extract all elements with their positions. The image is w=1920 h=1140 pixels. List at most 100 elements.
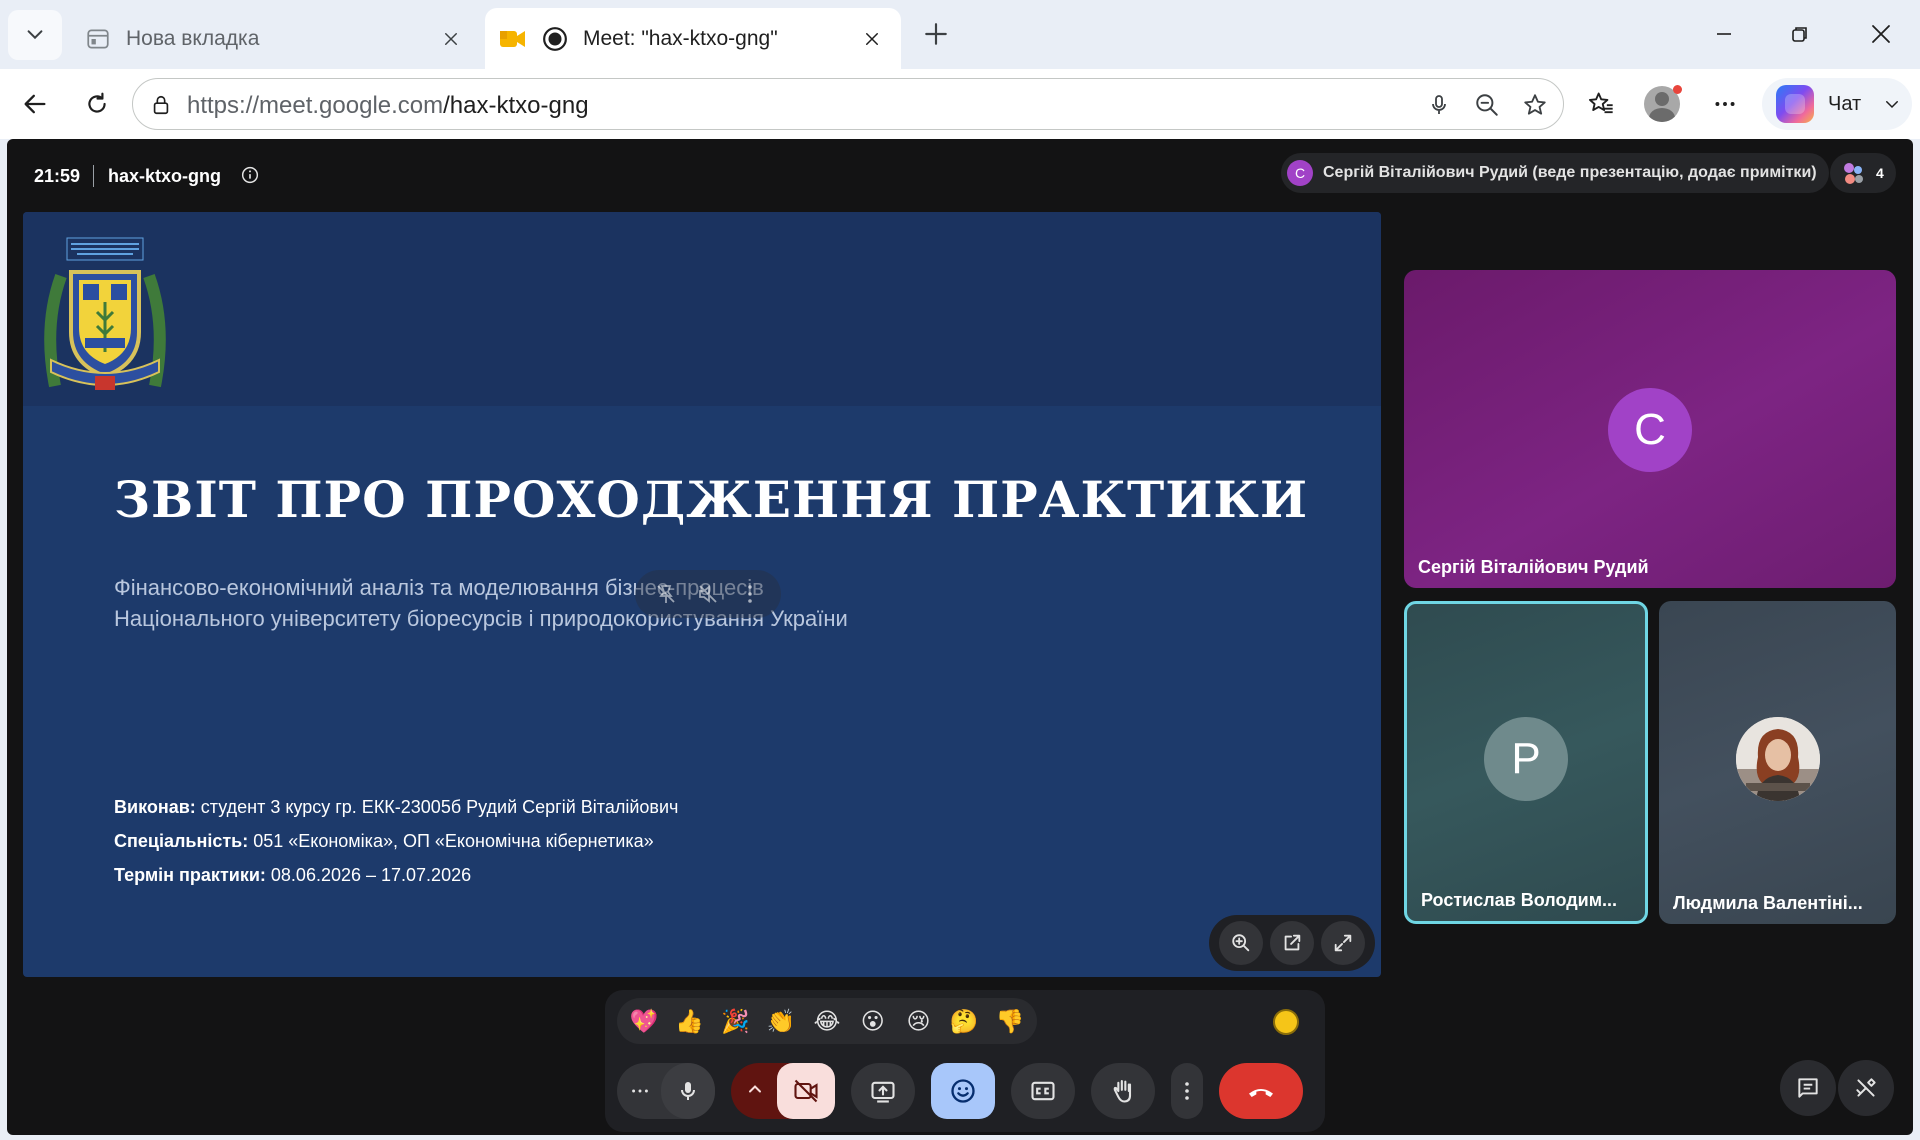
camera-off-icon (794, 1079, 818, 1103)
reaction-thumbs-down[interactable]: 👎 (990, 1008, 1030, 1035)
chevron-down-icon (1886, 101, 1899, 109)
more-horizontal-icon (1715, 102, 1735, 106)
restore-button[interactable] (1772, 12, 1828, 56)
tab-new-tab[interactable]: Нова вкладка (72, 8, 480, 69)
more-options-button[interactable] (1171, 1063, 1203, 1119)
close-tab-icon[interactable] (855, 22, 889, 56)
pop-out-button[interactable] (1269, 921, 1314, 965)
skin-tone-picker[interactable] (1273, 1009, 1299, 1035)
browser-toolbar: https://meet.google.com/hax-ktxo-gng Чат (0, 69, 1920, 139)
presenter-indicator[interactable]: C Сергій Віталійович Рудий (веде презент… (1281, 153, 1829, 193)
meet-call-window: 21:59 hax-ktxo-gng C Сергій Віталійович … (7, 139, 1913, 1135)
minimize-icon (1717, 33, 1731, 35)
info-icon[interactable] (239, 164, 261, 186)
close-tab-icon[interactable] (434, 22, 468, 56)
settings-menu-button[interactable] (1704, 83, 1746, 125)
chevron-up-icon (749, 1085, 761, 1093)
leave-call-button[interactable] (1219, 1063, 1303, 1119)
participant-tile-active-speaker[interactable]: P Ростислав Володим... (1404, 601, 1648, 924)
reaction-heart[interactable]: 💖 (624, 1008, 664, 1035)
emoji-icon (951, 1079, 975, 1103)
raise-hand-icon (1113, 1080, 1132, 1103)
back-arrow-icon (24, 94, 46, 114)
present-screen-button[interactable] (851, 1063, 915, 1119)
audio-control-group (617, 1063, 715, 1119)
back-button[interactable] (14, 83, 56, 125)
microphone-icon (681, 1082, 695, 1100)
participant-avatar: C (1608, 388, 1692, 472)
zoom-button[interactable] (1218, 921, 1263, 965)
reaction-clap[interactable]: 👏 (761, 1008, 801, 1035)
divider (93, 165, 94, 187)
participants-icon (1844, 163, 1863, 184)
reaction-laugh[interactable]: 😂 (807, 1008, 847, 1035)
microphone-icon[interactable] (1423, 89, 1455, 121)
specialty-value: 051 «Економіка», ОП «Економічна кібернет… (248, 831, 654, 851)
fullscreen-button[interactable] (1321, 921, 1366, 965)
participants-button[interactable]: 4 (1830, 153, 1896, 193)
microphone-button[interactable] (661, 1063, 715, 1119)
meeting-code: hax-ktxo-gng (108, 166, 222, 186)
url-host: https://meet.google.com (187, 92, 444, 119)
reload-icon (88, 92, 106, 113)
notification-dot (1673, 85, 1682, 94)
more-horizontal-icon[interactable] (629, 1080, 651, 1102)
reaction-sad[interactable]: 😢 (898, 1008, 938, 1035)
participant-count: 4 (1876, 165, 1884, 181)
participant-tile[interactable]: C Сергій Віталійович Рудий (1404, 270, 1896, 588)
presentation-slide: ЗВІТ ПРО ПРОХОДЖЕННЯ ПРАКТИКИ Фінансово-… (23, 212, 1381, 977)
recording-icon (541, 25, 569, 53)
minimize-button[interactable] (1696, 12, 1752, 56)
participant-avatar: P (1484, 717, 1568, 801)
tab-search-button[interactable] (8, 10, 62, 60)
emoji-reactions-button[interactable] (931, 1063, 995, 1119)
reaction-party[interactable]: 🎉 (715, 1008, 755, 1035)
chat-panel-button[interactable] (1780, 1060, 1836, 1116)
chat-icon (1798, 1078, 1818, 1098)
tab-title: Meet: "hax-ktxo-gng" (583, 26, 778, 50)
participant-name: Ростислав Володим... (1421, 890, 1618, 910)
copilot-icon (1776, 85, 1814, 123)
star-icon[interactable] (1519, 89, 1551, 121)
closed-captions-icon (1031, 1081, 1055, 1101)
call-controls (605, 1052, 1325, 1132)
camera-control-group (731, 1063, 835, 1119)
reaction-thumbs-up[interactable]: 👍 (670, 1008, 710, 1035)
performer-line: Виконав: студент 3 курсу гр. ЕКК-23005б … (114, 790, 678, 824)
site-info-icon[interactable] (147, 91, 175, 119)
zoom-out-icon[interactable] (1471, 89, 1503, 121)
close-window-button[interactable] (1853, 12, 1909, 56)
camera-options-button[interactable] (745, 1079, 765, 1104)
reaction-thinking[interactable]: 🤔 (944, 1008, 984, 1035)
close-icon (1872, 25, 1890, 43)
slide-header-band (23, 212, 1381, 406)
activities-button[interactable] (1838, 1060, 1894, 1116)
favorites-button[interactable] (1580, 83, 1622, 125)
reaction-surprised[interactable]: 😮 (853, 1008, 893, 1035)
end-call-icon (1249, 1089, 1273, 1097)
new-tab-button[interactable] (916, 14, 956, 54)
performer-value: студент 3 курсу гр. ЕКК-23005б Рудий Сер… (195, 797, 679, 817)
browser-tab-strip: Нова вкладка Meet: "hax-ktxo-gng" (0, 0, 1920, 69)
reload-button[interactable] (76, 83, 118, 125)
raise-hand-button[interactable] (1091, 1063, 1155, 1119)
chat-label: Чат (1828, 92, 1862, 115)
chevron-down-icon (27, 30, 43, 40)
participant-name: Сергій Віталійович Рудий (1418, 557, 1649, 577)
zoom-in-icon (1231, 934, 1249, 952)
url-text: https://meet.google.com/hax-ktxo-gng (187, 92, 589, 120)
more-vertical-icon[interactable] (738, 582, 762, 606)
profile-button[interactable] (1641, 83, 1683, 125)
copilot-chat-button[interactable]: Чат (1762, 78, 1912, 130)
favorites-icon (1588, 92, 1613, 114)
mute-presentation-icon[interactable] (696, 582, 720, 606)
presentation-hover-controls (635, 570, 781, 618)
unpin-icon[interactable] (654, 582, 678, 606)
address-bar[interactable]: https://meet.google.com/hax-ktxo-gng (132, 78, 1564, 130)
participant-tile[interactable]: Людмила Валентіні... (1659, 601, 1896, 924)
camera-toggle-button[interactable] (777, 1063, 835, 1119)
captions-button[interactable] (1011, 1063, 1075, 1119)
activities-icon (1856, 1078, 1876, 1097)
specialty-label: Спеціальність: (114, 831, 249, 851)
tab-meet[interactable]: Meet: "hax-ktxo-gng" (485, 8, 901, 69)
